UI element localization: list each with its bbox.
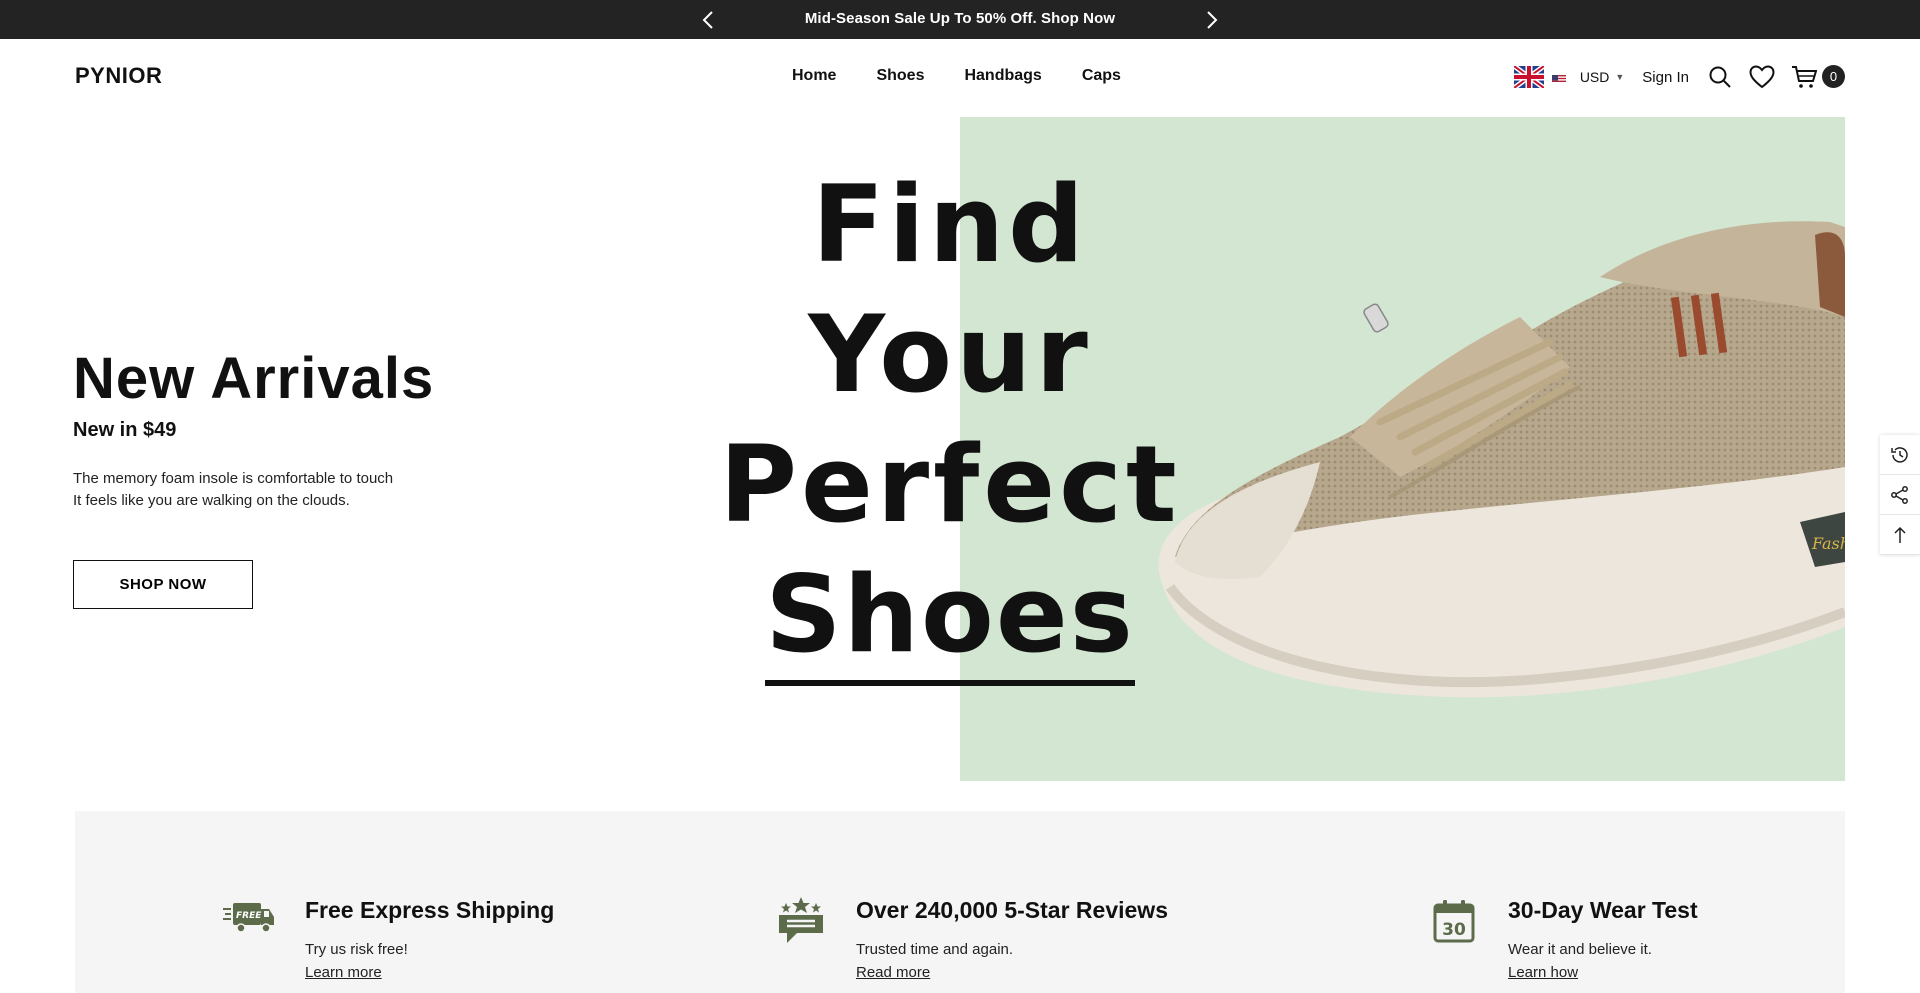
search-icon bbox=[1709, 66, 1731, 88]
star-reviews-icon bbox=[779, 897, 823, 943]
nav-caps[interactable]: Caps bbox=[1082, 67, 1121, 85]
feature-text-wear-test: Wear it and believe it. bbox=[1508, 941, 1652, 958]
chevron-right-icon bbox=[1207, 11, 1218, 29]
arrow-up-icon bbox=[1894, 526, 1906, 543]
shop-now-button[interactable]: SHOP NOW bbox=[73, 560, 253, 609]
free-badge-text: FREE bbox=[236, 911, 262, 921]
heart-icon bbox=[1749, 65, 1775, 89]
headline-line-1: Find Your bbox=[808, 163, 1092, 416]
main-nav: Home Shoes Handbags Caps bbox=[792, 67, 1121, 85]
site-header: PYNIOR Home Shoes Handbags Caps USD ▼ Si… bbox=[0, 39, 1920, 117]
cart-icon bbox=[1792, 66, 1817, 88]
announcement-bar: Mid-Season Sale Up To 50% Off. Shop Now bbox=[0, 0, 1920, 39]
feature-link-wear-test[interactable]: Learn how bbox=[1508, 964, 1578, 981]
back-to-top-button[interactable] bbox=[1880, 515, 1920, 555]
header-tools: USD ▼ Sign In 0 bbox=[1513, 57, 1845, 97]
currency-selector[interactable]: USD ▼ bbox=[1580, 69, 1624, 85]
calendar-badge-text: 30 bbox=[1442, 920, 1466, 940]
feature-title-wear-test: 30-Day Wear Test bbox=[1508, 897, 1698, 923]
feature-text-shipping: Try us risk free! bbox=[305, 941, 408, 958]
headline-line-3: Shoes bbox=[765, 550, 1135, 686]
share-button[interactable] bbox=[1880, 475, 1920, 515]
history-icon bbox=[1891, 446, 1908, 463]
side-toolbar bbox=[1880, 435, 1920, 555]
hero-subtitle: New in $49 bbox=[73, 419, 177, 441]
hero-title: New Arrivals bbox=[73, 346, 435, 411]
nav-home[interactable]: Home bbox=[792, 67, 836, 85]
shoe-badge-text: Fashion bbox=[1811, 534, 1845, 553]
share-icon bbox=[1891, 485, 1908, 504]
features-section: FREE Free Express Shipping Try us risk f… bbox=[75, 811, 1845, 993]
sign-in-link[interactable]: Sign In bbox=[1642, 69, 1689, 86]
feature-link-shipping[interactable]: Learn more bbox=[305, 964, 382, 981]
cart-count-badge: 0 bbox=[1822, 65, 1845, 88]
cart-button[interactable]: 0 bbox=[1791, 63, 1845, 91]
announcement-message[interactable]: Mid-Season Sale Up To 50% Off. Shop Now bbox=[0, 10, 1920, 27]
hero-description: The memory foam insole is comfortable to… bbox=[73, 468, 393, 512]
free-shipping-truck-icon: FREE bbox=[223, 903, 274, 933]
recently-viewed-button[interactable] bbox=[1880, 435, 1920, 475]
hero-description-line-2: It feels like you are walking on the clo… bbox=[73, 492, 350, 509]
nav-handbags[interactable]: Handbags bbox=[964, 67, 1041, 85]
feature-link-reviews[interactable]: Read more bbox=[856, 964, 930, 981]
currency-label: USD bbox=[1579, 69, 1610, 85]
uk-flag-icon[interactable] bbox=[1513, 66, 1544, 88]
feature-title-reviews: Over 240,000 5-Star Reviews bbox=[856, 897, 1168, 923]
headline-line-2: Perfect bbox=[719, 423, 1181, 546]
site-logo[interactable]: PYNIOR bbox=[75, 63, 162, 89]
feature-title-shipping: Free Express Shipping bbox=[305, 897, 555, 923]
announcement-next-button[interactable] bbox=[1200, 8, 1224, 32]
wishlist-button[interactable] bbox=[1749, 64, 1775, 90]
search-button[interactable] bbox=[1707, 64, 1733, 90]
hero-description-line-1: The memory foam insole is comfortable to… bbox=[73, 470, 394, 487]
us-flag-icon[interactable] bbox=[1551, 72, 1566, 82]
caret-down-icon: ▼ bbox=[1615, 72, 1625, 82]
calendar-30-icon: 30 bbox=[1433, 900, 1475, 943]
feature-text-reviews: Trusted time and again. bbox=[856, 941, 1014, 958]
nav-shoes[interactable]: Shoes bbox=[876, 67, 924, 85]
hero-headline: Find Your Perfect Shoes bbox=[700, 160, 1200, 686]
